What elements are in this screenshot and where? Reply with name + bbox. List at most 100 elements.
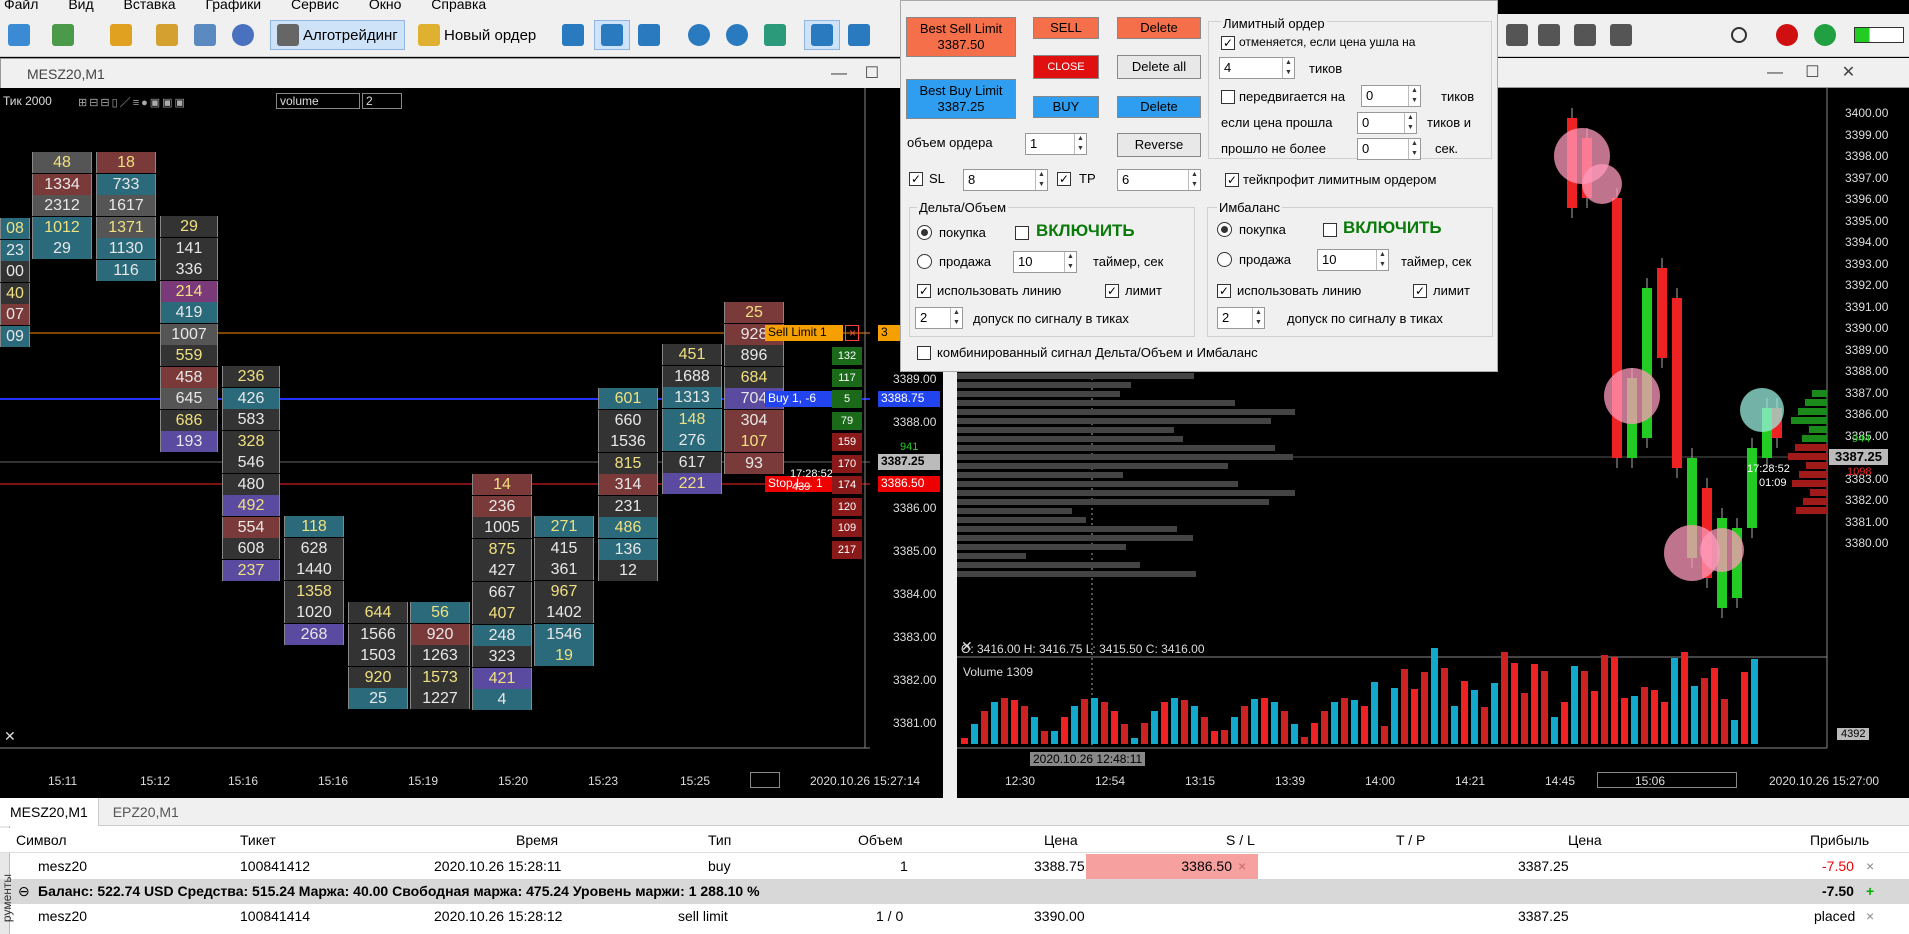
close-position-icon[interactable]: × <box>1866 854 1874 879</box>
delta-use-line-checkbox[interactable]: ✓ <box>917 284 931 298</box>
search-button[interactable] <box>1725 20 1753 50</box>
dom-level[interactable]: 79 <box>832 411 862 430</box>
table-row[interactable]: mesz20 100841414 2020.10.26 15:28:12 sel… <box>0 904 1909 929</box>
sell-limit-close-icon[interactable]: × <box>845 325 859 341</box>
cancel-spinner[interactable]: ▲ ▼ <box>1282 58 1294 78</box>
notifications-button[interactable] <box>1770 20 1804 50</box>
tab-epz20[interactable]: EPZ20,M1 <box>103 798 189 826</box>
sell-limit-order-label[interactable]: Sell Limit 1 <box>765 325 843 341</box>
delete-sell-button[interactable]: Delete <box>1117 17 1201 39</box>
chart-tools-row[interactable]: ⊞⊟⊟▯／≡●▣▣▣ <box>78 94 187 110</box>
col-profit[interactable]: Прибыль <box>1810 828 1869 853</box>
level-button[interactable] <box>1808 20 1842 50</box>
sl-input[interactable]: 8 ▲ ▼ <box>963 169 1048 191</box>
scroll-marker[interactable] <box>750 772 780 788</box>
algotrading-button[interactable]: Алготрейдинг <box>270 20 405 50</box>
tool-e-button[interactable] <box>1500 20 1534 50</box>
moves-checkbox[interactable] <box>1221 90 1235 104</box>
zoom-in-button[interactable] <box>682 20 716 50</box>
delta-sell-radio[interactable] <box>917 254 932 269</box>
dom-level[interactable]: 159 <box>832 433 862 451</box>
imb-tolerance-spinner[interactable]: ▲ ▼ <box>1252 308 1264 328</box>
collapse-icon[interactable]: ⊖ <box>18 879 30 904</box>
candles-button[interactable] <box>594 20 630 50</box>
delta-timer-spinner[interactable]: ▲ ▼ <box>1064 252 1076 272</box>
dom-level[interactable]: 117 <box>832 368 862 387</box>
delete-order-icon[interactable]: × <box>1866 904 1874 929</box>
new-chart-button[interactable] <box>2 20 36 50</box>
col-tp[interactable]: T / P <box>1396 828 1425 853</box>
combined-checkbox[interactable] <box>917 346 931 360</box>
menu-window[interactable]: Окно <box>369 0 402 11</box>
menu-charts[interactable]: Графики <box>205 0 261 11</box>
shift-button[interactable] <box>842 20 876 50</box>
left-chart-area[interactable]: Тик 2000 volume 2 ⊞⊟⊟▯／≡●▣▣▣ 08 23 00 40 07 0… <box>0 88 943 788</box>
fib-button[interactable] <box>1532 20 1566 50</box>
tp-input[interactable]: 6 ▲ ▼ <box>1117 169 1201 191</box>
sl-spinner[interactable]: ▲ ▼ <box>1035 170 1047 190</box>
menu-help[interactable]: Справка <box>431 0 486 11</box>
dom-level[interactable]: 109 <box>832 519 862 537</box>
tile-button[interactable] <box>758 20 792 50</box>
cloud-button[interactable] <box>188 20 222 50</box>
dom-level[interactable]: 5 <box>832 390 862 408</box>
menu-file[interactable]: Файл <box>4 0 38 11</box>
delta-tolerance-input[interactable]: 2 ▲ ▼ <box>915 307 963 329</box>
crosshair-tool-icon[interactable]: ✕ <box>4 728 16 745</box>
cancel-checkbox[interactable]: ✓ <box>1221 36 1235 50</box>
moves-input[interactable]: 0 ▲ ▼ <box>1361 85 1421 107</box>
tp-limit-checkbox[interactable]: ✓ <box>1225 173 1239 187</box>
right-scroll-marker[interactable] <box>1597 772 1737 788</box>
right-window-controls[interactable]: — ☐ ✕ <box>1767 62 1855 82</box>
col-volume[interactable]: Объем <box>858 828 903 853</box>
left-window-controls[interactable]: — ☐ <box>831 63 879 83</box>
delta-timer-input[interactable]: 10 ▲ ▼ <box>1013 251 1077 273</box>
col-time[interactable]: Время <box>516 828 558 853</box>
mode-value-input[interactable]: 2 <box>362 93 402 109</box>
moves-spinner[interactable]: ▲ ▼ <box>1408 86 1420 106</box>
sl-checkbox[interactable]: ✓ <box>909 172 923 186</box>
volume-input[interactable]: 1 ▲ ▼ <box>1025 133 1087 155</box>
best-sell-limit-button[interactable]: Best Sell Limit 3387.50 <box>906 17 1016 57</box>
col-symbol[interactable]: Символ <box>16 828 66 853</box>
col-type[interactable]: Тип <box>708 828 731 853</box>
mode-select[interactable]: volume <box>276 93 360 109</box>
buy-button[interactable]: BUY <box>1033 96 1099 118</box>
delete-buy-button[interactable]: Delete <box>1117 96 1201 118</box>
imb-limit-checkbox[interactable]: ✓ <box>1413 284 1427 298</box>
dom-level[interactable]: 217 <box>832 540 862 559</box>
signals-button[interactable] <box>226 20 260 50</box>
imb-timer-spinner[interactable]: ▲ ▼ <box>1376 250 1388 270</box>
volume-spinner[interactable]: ▲ ▼ <box>1074 134 1086 154</box>
passed-spinner[interactable]: ▲ ▼ <box>1408 139 1420 159</box>
if-price-input[interactable]: 0 ▲ ▼ <box>1357 112 1417 134</box>
right-crosshair-icon[interactable]: ✕ <box>961 638 973 655</box>
market-watch-button[interactable] <box>104 20 138 50</box>
new-order-button[interactable]: Новый ордер <box>412 20 542 50</box>
delta-tolerance-spinner[interactable]: ▲ ▼ <box>950 308 962 328</box>
delta-limit-checkbox[interactable]: ✓ <box>1105 284 1119 298</box>
imb-sell-radio[interactable] <box>1217 252 1232 267</box>
profiles-button[interactable] <box>46 20 80 50</box>
col-ticket[interactable]: Тикет <box>240 828 276 853</box>
zoom-out-button[interactable] <box>720 20 754 50</box>
imb-enable-checkbox[interactable] <box>1323 223 1337 237</box>
dom-level[interactable]: 120 <box>832 497 862 516</box>
autoscroll-button[interactable] <box>804 20 840 50</box>
text-button[interactable] <box>1568 20 1602 50</box>
menu-service[interactable]: Сервис <box>291 0 339 11</box>
line-chart-button[interactable] <box>632 20 666 50</box>
cancel-ticks-input[interactable]: 4 ▲ ▼ <box>1219 57 1295 79</box>
col-price[interactable]: Цена <box>1044 828 1078 853</box>
tp-spinner[interactable]: ▲ ▼ <box>1188 170 1200 190</box>
dom-level[interactable]: 132 <box>832 347 862 365</box>
menu-insert[interactable]: Вставка <box>124 0 176 11</box>
table-row[interactable]: mesz20 100841412 2020.10.26 15:28:11 buy… <box>0 854 1909 879</box>
navigator-button[interactable] <box>150 20 184 50</box>
menu-view[interactable]: Вид <box>68 0 93 11</box>
col-sl[interactable]: S / L <box>1226 828 1255 853</box>
best-buy-limit-button[interactable]: Best Buy Limit 3387.25 <box>906 79 1016 119</box>
arrows-button[interactable] <box>1604 20 1638 50</box>
sl-remove-icon[interactable]: × <box>1238 854 1246 879</box>
passed-input[interactable]: 0 ▲ ▼ <box>1357 138 1421 160</box>
